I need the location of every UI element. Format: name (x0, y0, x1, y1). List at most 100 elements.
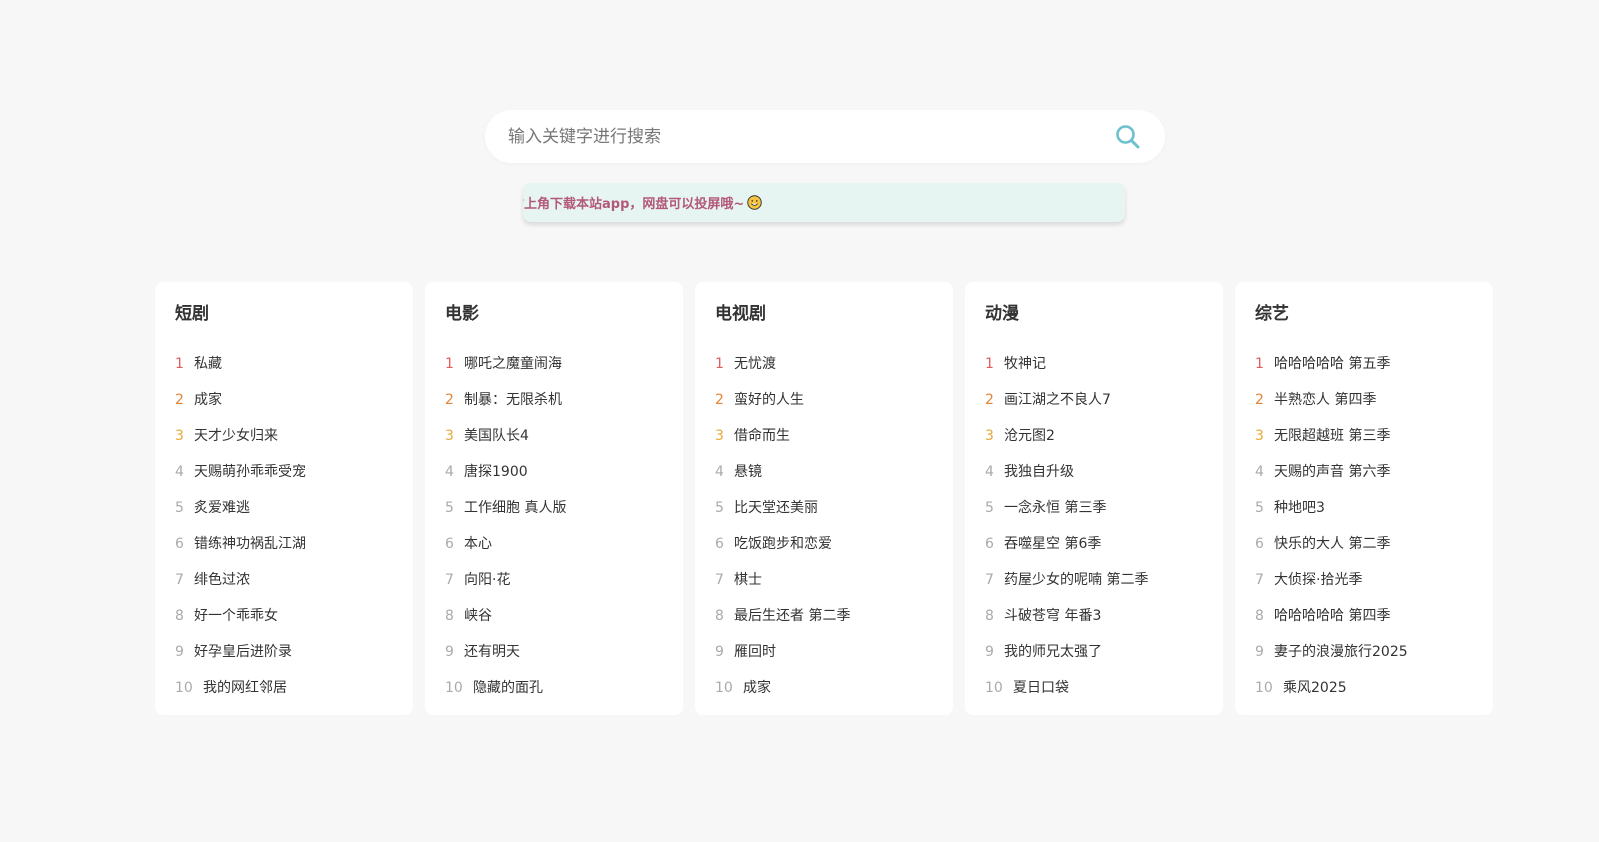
rank-title-link[interactable]: 斗破苍穹 年番3 (1004, 598, 1101, 634)
rank-title-link[interactable]: 好孕皇后进阶录 (194, 634, 292, 670)
rank-item[interactable]: 10 乘风2025 (1255, 670, 1493, 706)
rank-title-link[interactable]: 最后生还者 第二季 (734, 598, 850, 634)
rank-title-link[interactable]: 比天堂还美丽 (734, 490, 818, 526)
rank-item[interactable]: 3 天才少女归来 (175, 418, 413, 454)
rank-item[interactable]: 3 借命而生 (715, 418, 953, 454)
rank-item[interactable]: 5 炙爱难逃 (175, 490, 413, 526)
rank-item[interactable]: 6 本心 (445, 526, 683, 562)
rank-item[interactable]: 7 向阳·花 (445, 562, 683, 598)
rank-title-link[interactable]: 棋士 (734, 562, 762, 598)
rank-item[interactable]: 2 画江湖之不良人7 (985, 382, 1223, 418)
rank-item[interactable]: 1 哈哈哈哈哈 第五季 (1255, 346, 1493, 382)
rank-title-link[interactable]: 成家 (194, 382, 222, 418)
rank-title-link[interactable]: 一念永恒 第三季 (1004, 490, 1106, 526)
rank-title-link[interactable]: 我的师兄太强了 (1004, 634, 1102, 670)
rank-item[interactable]: 5 工作细胞 真人版 (445, 490, 683, 526)
rank-item[interactable]: 7 药屋少女的呢喃 第二季 (985, 562, 1223, 598)
rank-title-link[interactable]: 峡谷 (464, 598, 492, 634)
rank-title-link[interactable]: 绯色过浓 (194, 562, 250, 598)
rank-title-link[interactable]: 好一个乖乖女 (194, 598, 278, 634)
rank-title-link[interactable]: 我的网红邻居 (203, 670, 287, 706)
rank-title-link[interactable]: 无忧渡 (734, 346, 776, 382)
rank-item[interactable]: 2 制暴：无限杀机 (445, 382, 683, 418)
rank-item[interactable]: 6 快乐的大人 第二季 (1255, 526, 1493, 562)
rank-item[interactable]: 6 吃饭跑步和恋爱 (715, 526, 953, 562)
rank-title-link[interactable]: 药屋少女的呢喃 第二季 (1004, 562, 1148, 598)
rank-title-link[interactable]: 向阳·花 (464, 562, 510, 598)
rank-item[interactable]: 4 悬镜 (715, 454, 953, 490)
rank-item[interactable]: 1 牧神记 (985, 346, 1223, 382)
rank-item[interactable]: 10 我的网红邻居 (175, 670, 413, 706)
rank-item[interactable]: 1 无忧渡 (715, 346, 953, 382)
rank-title-link[interactable]: 大侦探·拾光季 (1274, 562, 1362, 598)
rank-title-link[interactable]: 蛮好的人生 (734, 382, 804, 418)
rank-item[interactable]: 4 天赐萌孙乖乖受宠 (175, 454, 413, 490)
rank-title-link[interactable]: 吃饭跑步和恋爱 (734, 526, 832, 562)
rank-item[interactable]: 2 半熟恋人 第四季 (1255, 382, 1493, 418)
rank-title-link[interactable]: 天赐的声音 第六季 (1274, 454, 1390, 490)
rank-item[interactable]: 6 错练神功祸乱江湖 (175, 526, 413, 562)
rank-title-link[interactable]: 私藏 (194, 346, 222, 382)
rank-item[interactable]: 10 隐藏的面孔 (445, 670, 683, 706)
rank-item[interactable]: 9 妻子的浪漫旅行2025 (1255, 634, 1493, 670)
rank-item[interactable]: 1 私藏 (175, 346, 413, 382)
rank-item[interactable]: 9 雁回时 (715, 634, 953, 670)
rank-item[interactable]: 5 种地吧3 (1255, 490, 1493, 526)
rank-item[interactable]: 2 蛮好的人生 (715, 382, 953, 418)
rank-item[interactable]: 8 最后生还者 第二季 (715, 598, 953, 634)
rank-title-link[interactable]: 无限超越班 第三季 (1274, 418, 1390, 454)
rank-title-link[interactable]: 制暴：无限杀机 (464, 382, 562, 418)
rank-title-link[interactable]: 美国队长4 (464, 418, 529, 454)
rank-title-link[interactable]: 唐探1900 (464, 454, 528, 490)
rank-title-link[interactable]: 借命而生 (734, 418, 790, 454)
rank-item[interactable]: 3 美国队长4 (445, 418, 683, 454)
rank-item[interactable]: 4 我独自升级 (985, 454, 1223, 490)
rank-title-link[interactable]: 雁回时 (734, 634, 776, 670)
rank-title-link[interactable]: 还有明天 (464, 634, 520, 670)
rank-title-link[interactable]: 天赐萌孙乖乖受宠 (194, 454, 306, 490)
rank-title-link[interactable]: 哈哈哈哈哈 第五季 (1274, 346, 1390, 382)
rank-title-link[interactable]: 天才少女归来 (194, 418, 278, 454)
rank-title-link[interactable]: 沧元图2 (1004, 418, 1055, 454)
rank-item[interactable]: 10 夏日口袋 (985, 670, 1223, 706)
rank-title-link[interactable]: 乘风2025 (1283, 670, 1347, 706)
rank-item[interactable]: 8 哈哈哈哈哈 第四季 (1255, 598, 1493, 634)
rank-title-link[interactable]: 错练神功祸乱江湖 (194, 526, 306, 562)
rank-item[interactable]: 8 好一个乖乖女 (175, 598, 413, 634)
rank-item[interactable]: 8 斗破苍穹 年番3 (985, 598, 1223, 634)
rank-title-link[interactable]: 炙爱难逃 (194, 490, 250, 526)
rank-title-link[interactable]: 妻子的浪漫旅行2025 (1274, 634, 1408, 670)
rank-title-link[interactable]: 牧神记 (1004, 346, 1046, 382)
rank-title-link[interactable]: 隐藏的面孔 (473, 670, 543, 706)
rank-title-link[interactable]: 哈哈哈哈哈 第四季 (1274, 598, 1390, 634)
rank-title-link[interactable]: 画江湖之不良人7 (1004, 382, 1111, 418)
rank-item[interactable]: 4 唐探1900 (445, 454, 683, 490)
rank-item[interactable]: 9 好孕皇后进阶录 (175, 634, 413, 670)
rank-item[interactable]: 7 大侦探·拾光季 (1255, 562, 1493, 598)
rank-title-link[interactable]: 半熟恋人 第四季 (1274, 382, 1376, 418)
rank-title-link[interactable]: 本心 (464, 526, 492, 562)
rank-title-link[interactable]: 成家 (743, 670, 771, 706)
rank-item[interactable]: 9 我的师兄太强了 (985, 634, 1223, 670)
rank-item[interactable]: 3 沧元图2 (985, 418, 1223, 454)
rank-item[interactable]: 7 棋士 (715, 562, 953, 598)
rank-item[interactable]: 5 比天堂还美丽 (715, 490, 953, 526)
rank-title-link[interactable]: 我独自升级 (1004, 454, 1074, 490)
rank-item[interactable]: 2 成家 (175, 382, 413, 418)
search-input[interactable] (485, 109, 1113, 164)
rank-title-link[interactable]: 工作细胞 真人版 (464, 490, 566, 526)
rank-item[interactable]: 9 还有明天 (445, 634, 683, 670)
rank-title-link[interactable]: 悬镜 (734, 454, 762, 490)
rank-item[interactable]: 3 无限超越班 第三季 (1255, 418, 1493, 454)
rank-title-link[interactable]: 快乐的大人 第二季 (1274, 526, 1390, 562)
rank-item[interactable]: 1 哪吒之魔童闹海 (445, 346, 683, 382)
rank-item[interactable]: 8 峡谷 (445, 598, 683, 634)
rank-title-link[interactable]: 夏日口袋 (1013, 670, 1069, 706)
rank-item[interactable]: 7 绯色过浓 (175, 562, 413, 598)
rank-title-link[interactable]: 种地吧3 (1274, 490, 1325, 526)
rank-item[interactable]: 10 成家 (715, 670, 953, 706)
rank-item[interactable]: 5 一念永恒 第三季 (985, 490, 1223, 526)
rank-item[interactable]: 6 吞噬星空 第6季 (985, 526, 1223, 562)
rank-title-link[interactable]: 哪吒之魔童闹海 (464, 346, 562, 382)
rank-title-link[interactable]: 吞噬星空 第6季 (1004, 526, 1101, 562)
